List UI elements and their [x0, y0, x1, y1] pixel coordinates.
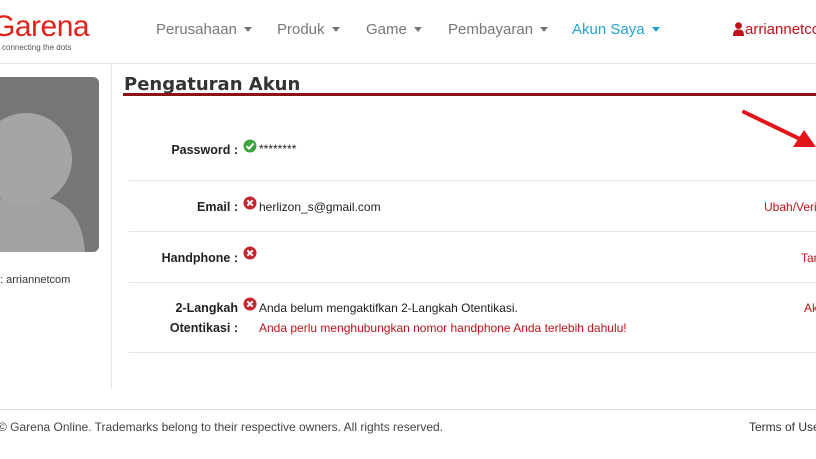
page-title: Pengaturan Akun: [124, 74, 301, 95]
nav-perusahaan-label: Perusahaan: [156, 21, 237, 38]
red-arrow-annotation: [740, 108, 816, 155]
chevron-down-icon: [413, 26, 422, 32]
chevron-down-icon: [651, 26, 660, 32]
row-divider: [129, 180, 816, 181]
footer-divider: [0, 409, 816, 410]
nav-game[interactable]: Game: [366, 21, 422, 38]
nav-akun-saya[interactable]: Akun Saya: [572, 21, 660, 38]
chevron-down-icon: [540, 26, 549, 32]
garena-logo[interactable]: Garena connecting the dots: [0, 10, 90, 53]
twostep-status-text: Anda belum mengaktifkan 2-Langkah Otenti…: [259, 301, 518, 315]
twostep-label-line1: 2-Langkah: [175, 301, 238, 315]
nav-akun-saya-label: Akun Saya: [572, 21, 645, 38]
nav-produk[interactable]: Produk: [277, 21, 340, 38]
footer-copyright: © Garena Online. Trademarks belong to th…: [0, 420, 444, 434]
password-label: Password :: [171, 143, 238, 157]
sidebar-username: : arriannetcom: [0, 274, 71, 286]
cross-icon: [243, 297, 257, 311]
password-value: ********: [259, 142, 297, 156]
check-icon: [243, 139, 257, 153]
twostep-label-line2: Otentikasi :: [169, 321, 238, 335]
header-divider: [0, 63, 816, 64]
email-label: Email :: [197, 200, 238, 214]
title-underline: [123, 93, 816, 96]
row-divider: [129, 231, 816, 232]
row-divider: [129, 282, 816, 283]
cross-icon: [243, 246, 257, 260]
terms-link[interactable]: Terms of Use: [749, 420, 816, 434]
user-name: arriannetcom: [745, 21, 816, 38]
phone-label: Handphone :: [161, 251, 238, 265]
verify-email-link[interactable]: Ubah/Verifikasi: [764, 200, 816, 214]
chevron-down-icon: [243, 26, 252, 32]
nav-pembayaran[interactable]: Pembayaran: [448, 21, 549, 38]
nav-pembayaran-label: Pembayaran: [448, 21, 534, 38]
user-menu[interactable]: arriannetcom: [733, 21, 816, 38]
logo-tagline: connecting the dots: [2, 43, 72, 52]
default-avatar-icon: [0, 113, 85, 252]
row-divider: [129, 352, 816, 353]
nav-game-label: Game: [366, 21, 407, 38]
chevron-down-icon: [331, 26, 340, 32]
nav-produk-label: Produk: [277, 21, 325, 38]
twostep-warning-text: Anda perlu menghubungkan nomor handphone…: [259, 321, 627, 335]
cross-icon: [243, 196, 257, 210]
add-phone-link[interactable]: Tambah: [801, 251, 816, 265]
email-value: herlizon_s@gmail.com: [259, 200, 381, 214]
user-icon: [733, 22, 744, 36]
avatar: [0, 77, 99, 252]
nav-perusahaan[interactable]: Perusahaan: [156, 21, 252, 38]
sidebar-divider: [111, 64, 112, 389]
logo-text: Garena: [0, 10, 90, 43]
activate-twostep-link[interactable]: Aktifkan: [804, 301, 816, 315]
